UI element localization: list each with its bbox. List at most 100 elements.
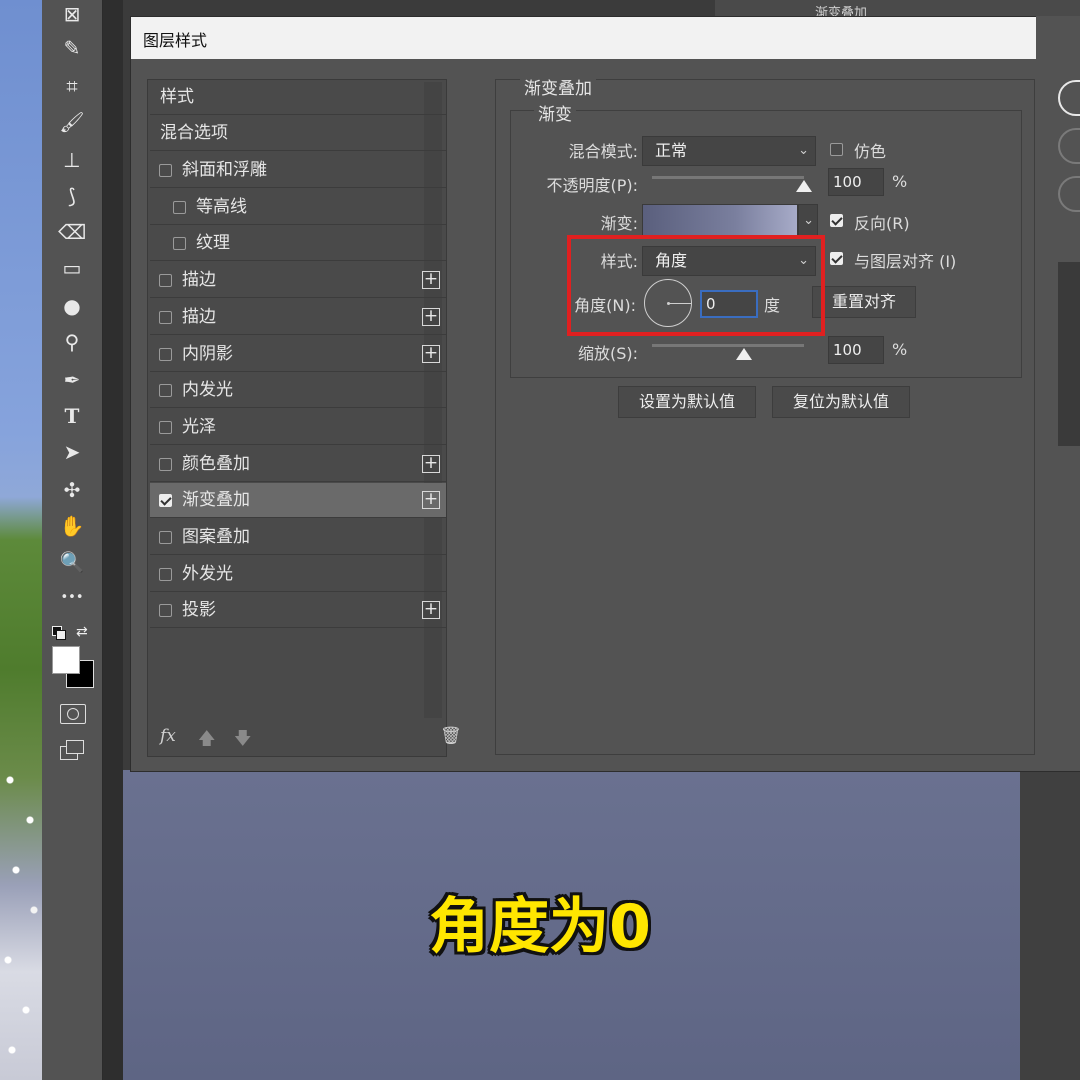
swap-colors-icon[interactable]: ⇄ — [76, 624, 88, 640]
reverse-checkbox[interactable] — [830, 214, 843, 227]
style-list-header[interactable]: 样式 — [150, 80, 446, 115]
style-item-checkbox[interactable] — [159, 604, 172, 618]
set-as-default-button[interactable]: 设置为默认值 — [618, 386, 756, 418]
default-colors-icon[interactable] — [52, 626, 66, 640]
crop-tool-icon[interactable]: ⌗ — [58, 72, 86, 100]
style-list-item[interactable]: 颜色叠加 + — [150, 447, 446, 482]
style-list-item[interactable]: 光泽 — [150, 410, 446, 445]
foreground-color-swatch[interactable] — [52, 646, 80, 674]
scale-slider-thumb[interactable] — [736, 348, 752, 360]
fx-menu-icon[interactable]: fx — [160, 726, 176, 746]
style-item-checkbox[interactable] — [159, 164, 172, 177]
stamp-tool-icon[interactable]: ⊥ — [58, 146, 86, 174]
add-effect-plus-icon[interactable]: + — [422, 271, 440, 290]
dialog-titlebar[interactable]: 图层样式 — [131, 17, 1080, 59]
group-title: 渐变 — [534, 100, 576, 125]
reset-alignment-button[interactable]: 重置对齐 — [812, 286, 916, 318]
style-item-label: 描边 — [182, 270, 216, 291]
cancel-button[interactable] — [1058, 128, 1080, 164]
style-item-checkbox[interactable] — [159, 347, 172, 361]
style-item-label: 投影 — [182, 600, 216, 621]
style-item-checkbox[interactable] — [159, 274, 172, 288]
style-item-label: 斜面和浮雕 — [182, 160, 267, 180]
dither-label: 仿色 — [854, 142, 887, 161]
style-list-item[interactable]: 描边 + — [150, 300, 446, 335]
style-list-item[interactable]: 描边 + — [150, 263, 446, 299]
style-item-checkbox[interactable] — [159, 457, 172, 471]
opacity-slider-track[interactable] — [652, 176, 804, 179]
move-down-icon[interactable]: 🡇 — [234, 726, 251, 755]
add-effect-plus-icon[interactable]: + — [422, 454, 440, 473]
opacity-input[interactable]: 100 — [828, 168, 884, 196]
add-effect-plus-icon[interactable]: + — [422, 344, 440, 363]
brush-tool-icon[interactable]: 🖌 — [58, 108, 86, 136]
style-item-checkbox[interactable] — [159, 567, 172, 581]
opacity-slider-thumb[interactable] — [796, 180, 812, 192]
style-item-label: 外发光 — [182, 563, 233, 584]
path-selection-tool-icon[interactable]: ➤ — [58, 438, 86, 466]
pen-tool-icon[interactable]: ✒ — [58, 366, 86, 394]
gradient-label: 渐变: — [600, 214, 638, 233]
style-item-checkbox[interactable] — [159, 531, 172, 544]
style-list-item[interactable]: 渐变叠加 + — [150, 483, 446, 519]
new-style-button[interactable] — [1058, 176, 1080, 212]
blend-options-label: 混合选项 — [160, 123, 228, 143]
style-list-item[interactable]: 投影 + — [150, 593, 446, 629]
eraser-tool-icon[interactable]: ⌫ — [58, 218, 86, 246]
blur-tool-icon[interactable]: ● — [58, 292, 86, 320]
ok-button[interactable] — [1058, 80, 1080, 116]
align-with-layer-checkbox[interactable] — [830, 252, 843, 265]
gradient-preview-swatch[interactable] — [642, 204, 798, 238]
scale-input[interactable]: 100 — [828, 336, 884, 364]
style-list-item[interactable]: 等高线 — [150, 190, 446, 225]
align-with-layer-label: 与图层对齐 (I) — [854, 252, 957, 271]
hand-tool-icon[interactable]: ✋ — [58, 512, 86, 540]
screen-mode-icon[interactable] — [60, 740, 84, 760]
type-tool-icon[interactable]: T — [58, 402, 86, 430]
highlight-annotation — [567, 235, 825, 336]
history-brush-tool-icon[interactable]: ⟆ — [58, 182, 86, 210]
add-effect-plus-icon[interactable]: + — [422, 491, 440, 510]
opacity-percent: % — [892, 172, 908, 191]
blend-options-item[interactable]: 混合选项 — [150, 116, 446, 151]
style-item-label: 内阴影 — [182, 343, 233, 364]
gradient-tool-icon[interactable]: ▭ — [58, 254, 86, 282]
move-up-icon[interactable]: 🡅 — [198, 726, 215, 755]
dither-checkbox[interactable] — [830, 143, 843, 156]
quick-mask-icon[interactable] — [60, 704, 86, 724]
opacity-label: 不透明度(P): — [546, 176, 638, 195]
style-list-item[interactable]: 内阴影 + — [150, 337, 446, 372]
blend-mode-label: 混合模式: — [568, 142, 638, 161]
style-item-checkbox[interactable] — [159, 494, 172, 508]
dialog-right-buttons — [1036, 16, 1080, 770]
add-effect-plus-icon[interactable]: + — [422, 601, 440, 620]
custom-shape-tool-icon[interactable]: ✣ — [58, 476, 86, 504]
add-effect-plus-icon[interactable]: + — [422, 307, 440, 326]
scale-slider-track[interactable] — [652, 344, 804, 347]
style-list-item[interactable]: 图案叠加 — [150, 520, 446, 555]
style-item-label: 图案叠加 — [182, 527, 250, 547]
frame-tool-icon[interactable]: ⊠ — [58, 0, 86, 28]
style-list-item[interactable]: 斜面和浮雕 — [150, 153, 446, 188]
reset-to-default-button[interactable]: 复位为默认值 — [772, 386, 910, 418]
blend-mode-value: 正常 — [655, 141, 688, 160]
blend-mode-select[interactable]: 正常 ⌄ — [642, 136, 816, 166]
gradient-overlay-settings: 渐变叠加 渐变 混合模式: 正常 ⌄ 仿色 不透明度(P): 100 % 渐变:… — [495, 74, 1035, 755]
eyedropper-tool-icon[interactable]: ✎ — [58, 34, 86, 62]
style-item-checkbox[interactable] — [159, 420, 172, 434]
reverse-label: 反向(R) — [854, 214, 910, 233]
style-item-checkbox[interactable] — [159, 384, 172, 398]
style-list-item[interactable]: 纹理 — [150, 226, 446, 262]
style-preview-swatch — [1058, 262, 1080, 446]
style-item-checkbox[interactable] — [173, 200, 186, 214]
style-item-checkbox[interactable] — [159, 310, 172, 324]
dodge-tool-icon[interactable]: ⚲ — [58, 328, 86, 356]
gradient-picker-button[interactable]: ⌄ — [798, 204, 818, 238]
style-item-label: 描边 — [182, 306, 216, 327]
delete-effect-icon[interactable]: 🗑 — [440, 726, 462, 746]
style-list-item[interactable]: 内发光 — [150, 373, 446, 409]
more-tools-icon[interactable]: ••• — [58, 584, 86, 612]
style-list-item[interactable]: 外发光 — [150, 557, 446, 592]
style-item-checkbox[interactable] — [173, 237, 186, 251]
zoom-tool-icon[interactable]: 🔍 — [58, 548, 86, 576]
